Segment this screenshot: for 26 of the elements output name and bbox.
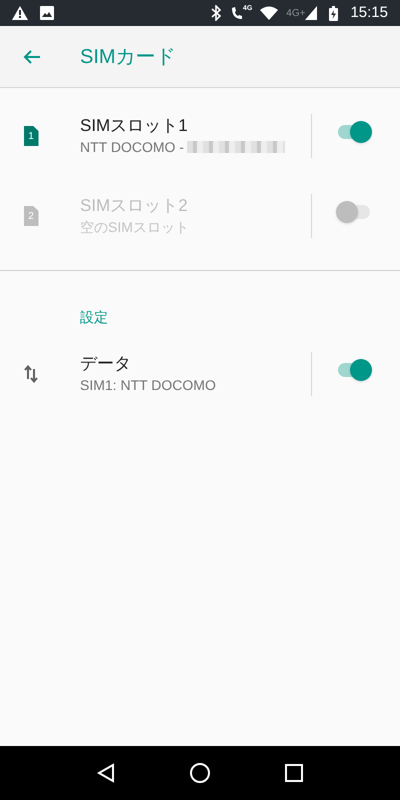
row-title: データ [80, 353, 132, 375]
setting-row[interactable]: 1 SIMスロット1 NTT DOCOMO - [0, 96, 400, 176]
image-icon [40, 6, 54, 20]
wifi-icon [260, 6, 278, 20]
row-subtitle: SIM1: NTT DOCOMO [80, 376, 216, 395]
clock-text: 15:15 [350, 2, 388, 23]
network-type-label: 4G+ [286, 6, 306, 20]
section-header: 設定 [80, 308, 109, 327]
data-transfer-icon [24, 365, 38, 383]
signal-icon [305, 6, 318, 20]
row-title: SIMスロット2 [80, 195, 189, 217]
screen-title: SIMカード [80, 44, 176, 70]
recents-button[interactable] [284, 763, 304, 783]
toggle-switch[interactable] [336, 359, 372, 381]
battery-icon [329, 6, 338, 20]
sim-card-icon: 1 [24, 126, 38, 146]
home-button[interactable] [188, 762, 211, 784]
row-subtitle: NTT DOCOMO - [80, 138, 184, 157]
bluetooth-icon [210, 5, 221, 21]
phone-icon [230, 6, 243, 20]
sim-card-icon: 2 [24, 206, 38, 226]
warning-icon [12, 6, 28, 20]
back-nav-button[interactable] [96, 763, 116, 783]
toggle-switch[interactable] [336, 121, 372, 143]
row-title: SIMスロット1 [80, 115, 189, 137]
setting-row[interactable]: データ SIM1: NTT DOCOMO [0, 334, 400, 414]
